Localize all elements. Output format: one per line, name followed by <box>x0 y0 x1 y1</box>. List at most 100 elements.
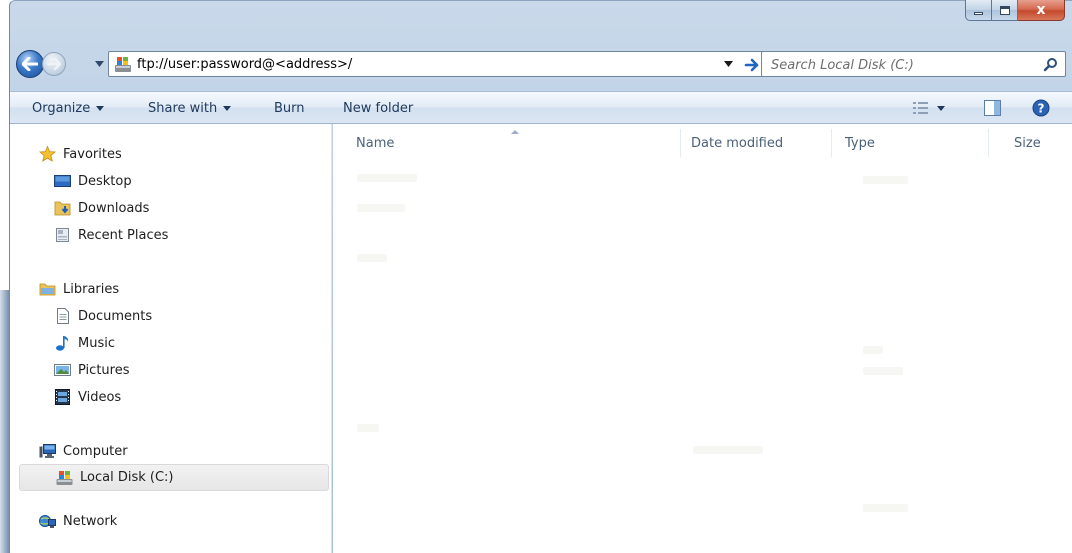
videos-icon <box>55 389 70 405</box>
view-details-icon <box>913 102 928 114</box>
nav-documents-label: Documents <box>78 308 153 324</box>
nav-network-label: Network <box>63 513 118 529</box>
address-dropdown-button[interactable] <box>720 57 736 71</box>
column-header-type[interactable]: Type <box>845 136 875 151</box>
organize-label: Organize <box>32 101 91 116</box>
local-disk-icon <box>56 470 73 485</box>
address-bar[interactable] <box>108 51 768 77</box>
minimize-icon <box>974 12 983 15</box>
nav-documents[interactable]: Documents <box>54 305 152 327</box>
new-folder-label: New folder <box>343 101 414 116</box>
faded-row <box>357 174 417 182</box>
chevron-down-icon <box>723 61 733 67</box>
faded-row <box>863 346 883 354</box>
forward-button[interactable] <box>42 52 66 76</box>
search-box[interactable] <box>761 51 1066 77</box>
downloads-folder-icon <box>54 201 71 216</box>
svg-text:?: ? <box>1038 102 1045 116</box>
search-icon[interactable] <box>1043 57 1059 73</box>
chevron-down-icon <box>223 106 232 111</box>
search-input[interactable] <box>771 56 1031 74</box>
column-header-size[interactable]: Size <box>1014 136 1041 151</box>
preview-pane-button[interactable] <box>980 97 1004 119</box>
faded-row <box>863 504 908 512</box>
burn-label: Burn <box>274 101 305 116</box>
nav-downloads[interactable]: Downloads <box>54 197 149 219</box>
minimize-button[interactable] <box>965 0 992 21</box>
explorer-window: x ftp://user:password@<address>/ Search … <box>0 0 1072 553</box>
nav-favorites-label: Favorites <box>63 146 122 162</box>
navigation-bar <box>16 50 1066 78</box>
local-disk-icon <box>115 57 131 72</box>
back-button[interactable] <box>16 50 44 78</box>
recent-places-icon <box>56 228 69 242</box>
maximize-button[interactable] <box>992 0 1018 21</box>
nav-downloads-label: Downloads <box>78 200 150 216</box>
nav-videos-label: Videos <box>78 389 122 405</box>
nav-libraries[interactable]: Libraries <box>39 278 119 300</box>
caption-buttons: x <box>965 0 1065 21</box>
close-button[interactable]: x <box>1018 0 1065 21</box>
nav-pictures[interactable]: Pictures <box>54 359 129 381</box>
nav-computer-label: Computer <box>63 443 128 459</box>
help-icon: ? <box>1032 99 1050 117</box>
nav-libraries-label: Libraries <box>63 281 120 297</box>
share-with-button[interactable]: Share with <box>148 99 232 118</box>
nav-local-disk-label: Local Disk (C:) <box>80 470 174 485</box>
libraries-icon <box>39 283 56 296</box>
computer-icon <box>39 444 56 458</box>
maximize-icon <box>999 5 1010 15</box>
music-note-icon <box>56 336 69 351</box>
recent-pages-dropdown[interactable] <box>94 58 104 70</box>
background-window-edge <box>0 290 9 553</box>
faded-row <box>863 176 908 184</box>
nav-network[interactable]: Network <box>39 510 117 532</box>
faded-row <box>357 254 387 262</box>
nav-music-label: Music <box>78 335 115 351</box>
nav-recent-places[interactable]: Recent Places <box>54 224 168 246</box>
nav-desktop[interactable]: Desktop <box>54 170 132 192</box>
new-folder-button[interactable]: New folder <box>343 99 413 118</box>
column-header-name[interactable]: Name <box>356 136 394 151</box>
network-icon <box>39 515 56 528</box>
change-view-button[interactable] <box>905 97 953 119</box>
pictures-icon <box>54 364 71 376</box>
faded-row <box>863 367 903 375</box>
file-list: Name Date modified Type Size <box>333 124 1072 553</box>
organize-button[interactable]: Organize <box>32 99 105 118</box>
nav-computer[interactable]: Computer <box>39 440 128 462</box>
preview-pane-icon <box>983 100 1001 116</box>
burn-button[interactable]: Burn <box>274 99 305 118</box>
nav-local-disk[interactable]: Local Disk (C:) <box>19 464 329 491</box>
close-icon: x <box>1036 2 1046 18</box>
go-arrow-icon <box>744 58 759 71</box>
nav-recent-places-label: Recent Places <box>78 227 169 243</box>
forward-arrow-icon <box>47 58 61 70</box>
nav-pictures-label: Pictures <box>78 362 130 378</box>
column-divider <box>831 129 832 157</box>
faded-row <box>357 424 379 432</box>
column-header-date-modified[interactable]: Date modified <box>691 136 783 151</box>
share-with-label: Share with <box>148 101 218 116</box>
nav-desktop-label: Desktop <box>78 173 132 189</box>
nav-videos[interactable]: Videos <box>54 386 121 408</box>
star-icon <box>39 146 56 162</box>
column-divider <box>680 129 681 157</box>
chevron-down-icon <box>94 61 104 67</box>
help-button[interactable]: ? <box>1029 97 1053 119</box>
chevron-down-icon <box>937 105 945 111</box>
faded-row <box>693 446 763 454</box>
sort-ascending-icon <box>511 130 519 134</box>
nav-favorites[interactable]: Favorites <box>39 143 122 165</box>
command-bar: Organize Share with Burn New folder ? <box>10 91 1072 124</box>
address-input[interactable] <box>137 55 697 74</box>
go-button[interactable] <box>741 55 763 74</box>
nav-music[interactable]: Music <box>54 332 115 354</box>
navigation-pane: Favorites Desktop Downloads Recent Place… <box>10 124 332 553</box>
back-arrow-icon <box>22 57 38 71</box>
chevron-down-icon <box>96 106 105 111</box>
desktop-icon <box>54 175 71 187</box>
faded-row <box>357 204 405 212</box>
document-icon <box>57 308 69 324</box>
column-divider <box>988 129 989 157</box>
